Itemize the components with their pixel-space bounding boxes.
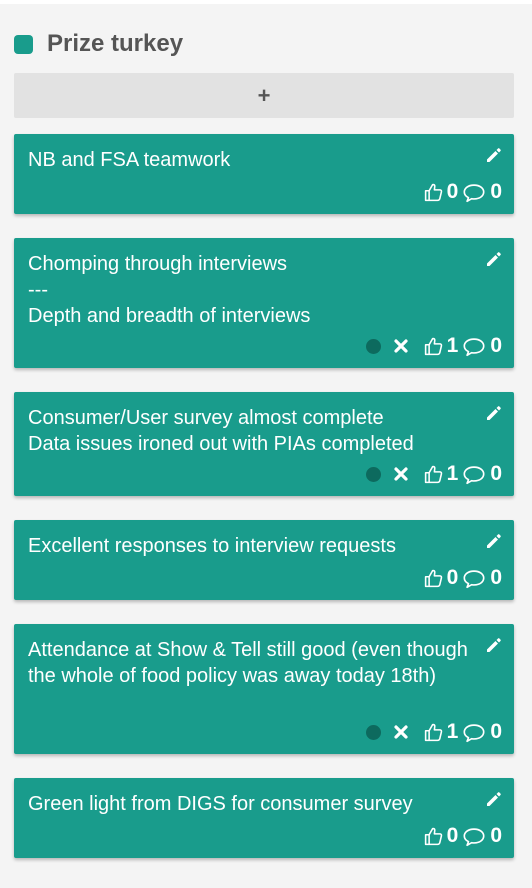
status-dot	[365, 724, 381, 740]
thumbs-up-icon[interactable]	[423, 568, 444, 589]
vote-count: 1	[446, 334, 459, 357]
card: Green light from DIGS for consumer surve…	[14, 778, 514, 858]
card-text: Consumer/User survey almost complete Dat…	[28, 407, 414, 455]
comment-count: 0	[490, 462, 502, 485]
speech-bubble-icon[interactable]	[462, 826, 486, 847]
retro-column: Prize turkey + NB and FSA teamwork 0 0 C…	[0, 0, 532, 888]
vote-count: 0	[446, 824, 459, 847]
card: Consumer/User survey almost complete Dat…	[14, 392, 514, 496]
speech-bubble-icon[interactable]	[462, 722, 486, 743]
card: NB and FSA teamwork 0 0	[14, 134, 514, 214]
comment-count: 0	[490, 334, 502, 357]
speech-bubble-icon[interactable]	[462, 182, 486, 203]
thumbs-up-icon[interactable]	[423, 336, 444, 357]
card: Excellent responses to interview request…	[14, 520, 514, 600]
status-dot	[365, 466, 381, 482]
pencil-icon[interactable]	[485, 146, 503, 164]
pencil-icon[interactable]	[485, 532, 503, 550]
column-title: Prize turkey	[47, 30, 184, 57]
pencil-icon[interactable]	[485, 250, 503, 268]
thumbs-up-icon[interactable]	[423, 826, 444, 847]
card: Chomping through interviews --- Depth an…	[14, 238, 514, 368]
top-strip	[0, 0, 532, 4]
column-color-swatch	[14, 34, 33, 54]
card-text: NB and FSA teamwork	[28, 149, 231, 171]
vote-count: 1	[446, 720, 459, 743]
column-header: Prize turkey	[14, 28, 183, 60]
pencil-icon[interactable]	[485, 636, 503, 654]
card-text: Chomping through interviews --- Depth an…	[28, 253, 311, 327]
card-footer: 0 0	[423, 180, 502, 203]
card-footer: 1 0	[365, 462, 502, 485]
comment-count: 0	[490, 824, 502, 847]
pencil-icon[interactable]	[485, 404, 503, 422]
thumbs-up-icon[interactable]	[423, 722, 444, 743]
thumbs-up-icon[interactable]	[423, 182, 444, 203]
speech-bubble-icon[interactable]	[462, 336, 486, 357]
card-text: Green light from DIGS for consumer surve…	[28, 793, 413, 815]
card-footer: 1 0	[365, 720, 502, 743]
x-icon[interactable]	[393, 466, 409, 482]
card-text: Excellent responses to interview request…	[28, 535, 396, 557]
x-icon[interactable]	[393, 724, 409, 740]
x-icon[interactable]	[393, 338, 409, 354]
status-dot	[365, 338, 381, 354]
card-footer: 0 0	[423, 566, 502, 589]
pencil-icon[interactable]	[485, 790, 503, 808]
card-footer: 1 0	[365, 334, 502, 357]
vote-count: 0	[446, 566, 459, 589]
speech-bubble-icon[interactable]	[462, 464, 486, 485]
comment-count: 0	[490, 720, 502, 743]
add-card-button[interactable]: +	[14, 73, 514, 118]
thumbs-up-icon[interactable]	[423, 464, 444, 485]
card: Attendance at Show & Tell still good (ev…	[14, 624, 514, 754]
speech-bubble-icon[interactable]	[462, 568, 486, 589]
card-footer: 0 0	[423, 824, 502, 847]
card-text: Attendance at Show & Tell still good (ev…	[28, 639, 468, 687]
vote-count: 0	[446, 180, 459, 203]
comment-count: 0	[490, 566, 502, 589]
comment-count: 0	[490, 180, 502, 203]
vote-count: 1	[446, 462, 459, 485]
